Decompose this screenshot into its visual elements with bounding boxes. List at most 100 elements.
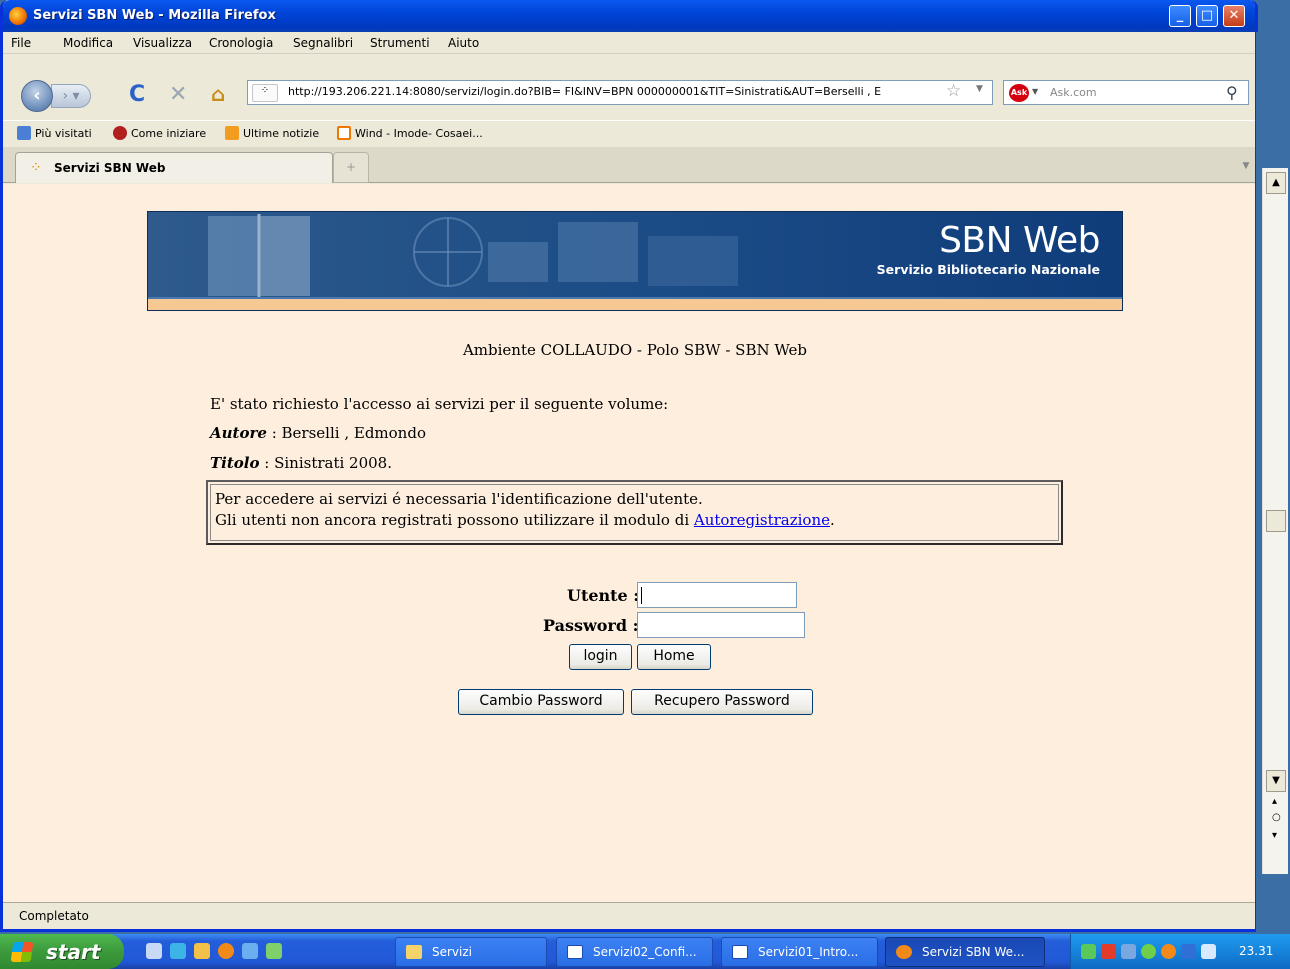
new-tab-button[interactable]: + (333, 152, 369, 183)
bookmark-ultime-notizie[interactable]: Ultime notizie (225, 126, 319, 140)
site-favicon: ⁘ (252, 84, 278, 102)
environment-heading: Ambiente COLLAUDO - Polo SBW - SBN Web (462, 341, 808, 359)
bookmark-come-iniziare[interactable]: Come iniziare (113, 126, 206, 140)
wind-icon (337, 126, 351, 140)
tray-firefox-icon[interactable] (1161, 944, 1176, 959)
quicklaunch-ie-icon[interactable] (146, 943, 162, 959)
quicklaunch-media-icon[interactable] (194, 943, 210, 959)
window-title: Servizi SBN Web - Mozilla Firefox (33, 8, 276, 23)
tray-sync-icon[interactable] (1141, 944, 1156, 959)
autoregistrazione-link[interactable]: Autoregistrazione (694, 511, 830, 529)
menu-visualizza[interactable]: Visualizza (133, 36, 192, 50)
menu-strumenti[interactable]: Strumenti (370, 36, 430, 50)
tab-bar: ⁘ Servizi SBN Web + ▼ (3, 147, 1255, 183)
banner-artwork (208, 214, 738, 298)
quicklaunch-firefox-icon[interactable] (218, 943, 234, 959)
url-text[interactable]: http://193.206.221.14:8080/servizi/login… (288, 85, 938, 98)
quicklaunch-browser-icon[interactable] (242, 943, 258, 959)
reload-icon[interactable]: C (129, 82, 145, 107)
start-button[interactable]: start (0, 934, 124, 969)
scroll-down-button[interactable]: ▼ (1266, 770, 1286, 792)
prev-icon[interactable]: ▴ (1272, 796, 1277, 807)
page-content: SBN Web Servizio Bibliotecario Nazionale… (3, 184, 1255, 902)
maximize-button[interactable]: □ (1196, 5, 1218, 27)
title-line: Titolo : Sinistrati 2008. (210, 454, 392, 472)
request-intro: E' stato richiesto l'accesso ai servizi … (210, 395, 669, 413)
search-input[interactable]: Ask.com (1050, 86, 1097, 99)
bookmark-piu-visitati[interactable]: Più visitati (17, 126, 92, 140)
word-icon (732, 945, 748, 959)
tray-acrobat-icon[interactable] (1101, 944, 1116, 959)
info-line-2-suffix: . (830, 511, 835, 529)
taskbar: start Servizi Servizi02_Confi... Servizi… (0, 934, 1290, 969)
login-button[interactable]: login (569, 644, 632, 670)
tray-display-icon[interactable] (1121, 944, 1136, 959)
loading-icon: ⁘ (30, 160, 42, 176)
folder-icon (17, 126, 31, 140)
menu-modifica[interactable]: Modifica (63, 36, 113, 50)
scroll-up-button[interactable]: ▲ (1266, 172, 1286, 194)
bookmark-label: Come iniziare (131, 126, 207, 140)
tab-list-icon[interactable]: ▼ (1237, 151, 1255, 181)
stop-icon[interactable]: ✕ (169, 82, 187, 107)
task-label: Servizi01_Intro... (758, 945, 859, 959)
minimize-button[interactable]: _ (1169, 5, 1191, 27)
menu-bar: File Modifica Visualizza Cronologia Segn… (3, 32, 1255, 54)
windows-logo-icon (10, 942, 34, 962)
bookmark-label: Ultime notizie (243, 126, 320, 140)
select-browse-icon[interactable]: ○ (1272, 812, 1281, 823)
scroll-thumb[interactable] (1266, 510, 1286, 532)
bookmark-wind[interactable]: Wind - Imode- Cosaei... (337, 126, 483, 140)
text-caret (641, 587, 642, 604)
task-label: Servizi02_Confi... (593, 945, 697, 959)
task-servizi[interactable]: Servizi (395, 937, 547, 967)
menu-segnalibri[interactable]: Segnalibri (293, 36, 353, 50)
clock: 23.31 (1239, 944, 1274, 958)
forward-button[interactable]: › ▾ (51, 84, 91, 108)
change-password-button[interactable]: Cambio Password (458, 689, 624, 715)
engine-dropdown-icon[interactable]: ▼ (1032, 87, 1038, 96)
author-value: : Berselli , Edmondo (266, 424, 426, 442)
user-input[interactable] (637, 582, 797, 608)
task-servizi01[interactable]: Servizi01_Intro... (721, 937, 878, 967)
banner-title: SBN Web (939, 220, 1100, 261)
firefox-window: Servizi SBN Web - Mozilla Firefox _ □ ✕ … (0, 0, 1258, 932)
home-button[interactable]: Home (637, 644, 711, 670)
menu-aiuto[interactable]: Aiuto (448, 36, 479, 50)
close-button[interactable]: ✕ (1223, 5, 1245, 27)
quicklaunch-desktop-icon[interactable] (170, 943, 186, 959)
tab-label: Servizi SBN Web (54, 161, 166, 175)
bookmark-star-icon[interactable]: ☆ (946, 81, 961, 101)
back-button[interactable]: ‹ (21, 80, 53, 112)
tab-servizi-sbn-web[interactable]: ⁘ Servizi SBN Web (15, 152, 333, 183)
info-box: Per accedere ai servizi é necessaria l'i… (206, 480, 1063, 545)
task-firefox[interactable]: Servizi SBN We... (885, 937, 1045, 967)
author-label: Autore (210, 424, 267, 442)
next-icon[interactable]: ▾ (1272, 830, 1277, 841)
password-label: Password : (543, 616, 639, 635)
system-tray: 23.31 (1070, 934, 1290, 969)
menu-file[interactable]: File (11, 36, 31, 50)
start-label: start (46, 940, 101, 964)
tray-monitor-icon[interactable] (1181, 944, 1196, 959)
task-servizi02[interactable]: Servizi02_Confi... (556, 937, 713, 967)
address-bar[interactable]: ⁘ http://193.206.221.14:8080/servizi/log… (247, 80, 993, 105)
bookmark-label: Più visitati (35, 126, 92, 140)
recover-password-button[interactable]: Recupero Password (631, 689, 813, 715)
navigation-toolbar: › ▾ ‹ C ✕ ⌂ ⁘ http://193.206.221.14:8080… (3, 54, 1255, 120)
search-bar[interactable]: Ask ▼ Ask.com ⚲ (1003, 80, 1249, 105)
password-input[interactable] (637, 612, 805, 638)
task-label: Servizi SBN We... (922, 945, 1025, 959)
banner-subtitle: Servizio Bibliotecario Nazionale (876, 262, 1100, 277)
menu-cronologia[interactable]: Cronologia (209, 36, 273, 50)
firefox-icon (9, 7, 27, 25)
ask-engine-icon[interactable]: Ask (1009, 84, 1029, 102)
search-icon[interactable]: ⚲ (1226, 83, 1238, 102)
task-label: Servizi (432, 945, 473, 959)
tray-network-icon[interactable] (1081, 944, 1096, 959)
home-icon[interactable]: ⌂ (211, 82, 225, 106)
status-bar: Completato (3, 902, 1255, 929)
quicklaunch-messenger-icon[interactable] (266, 943, 282, 959)
tray-pen-icon[interactable] (1201, 944, 1216, 959)
url-dropdown-icon[interactable]: ▼ (976, 84, 983, 94)
